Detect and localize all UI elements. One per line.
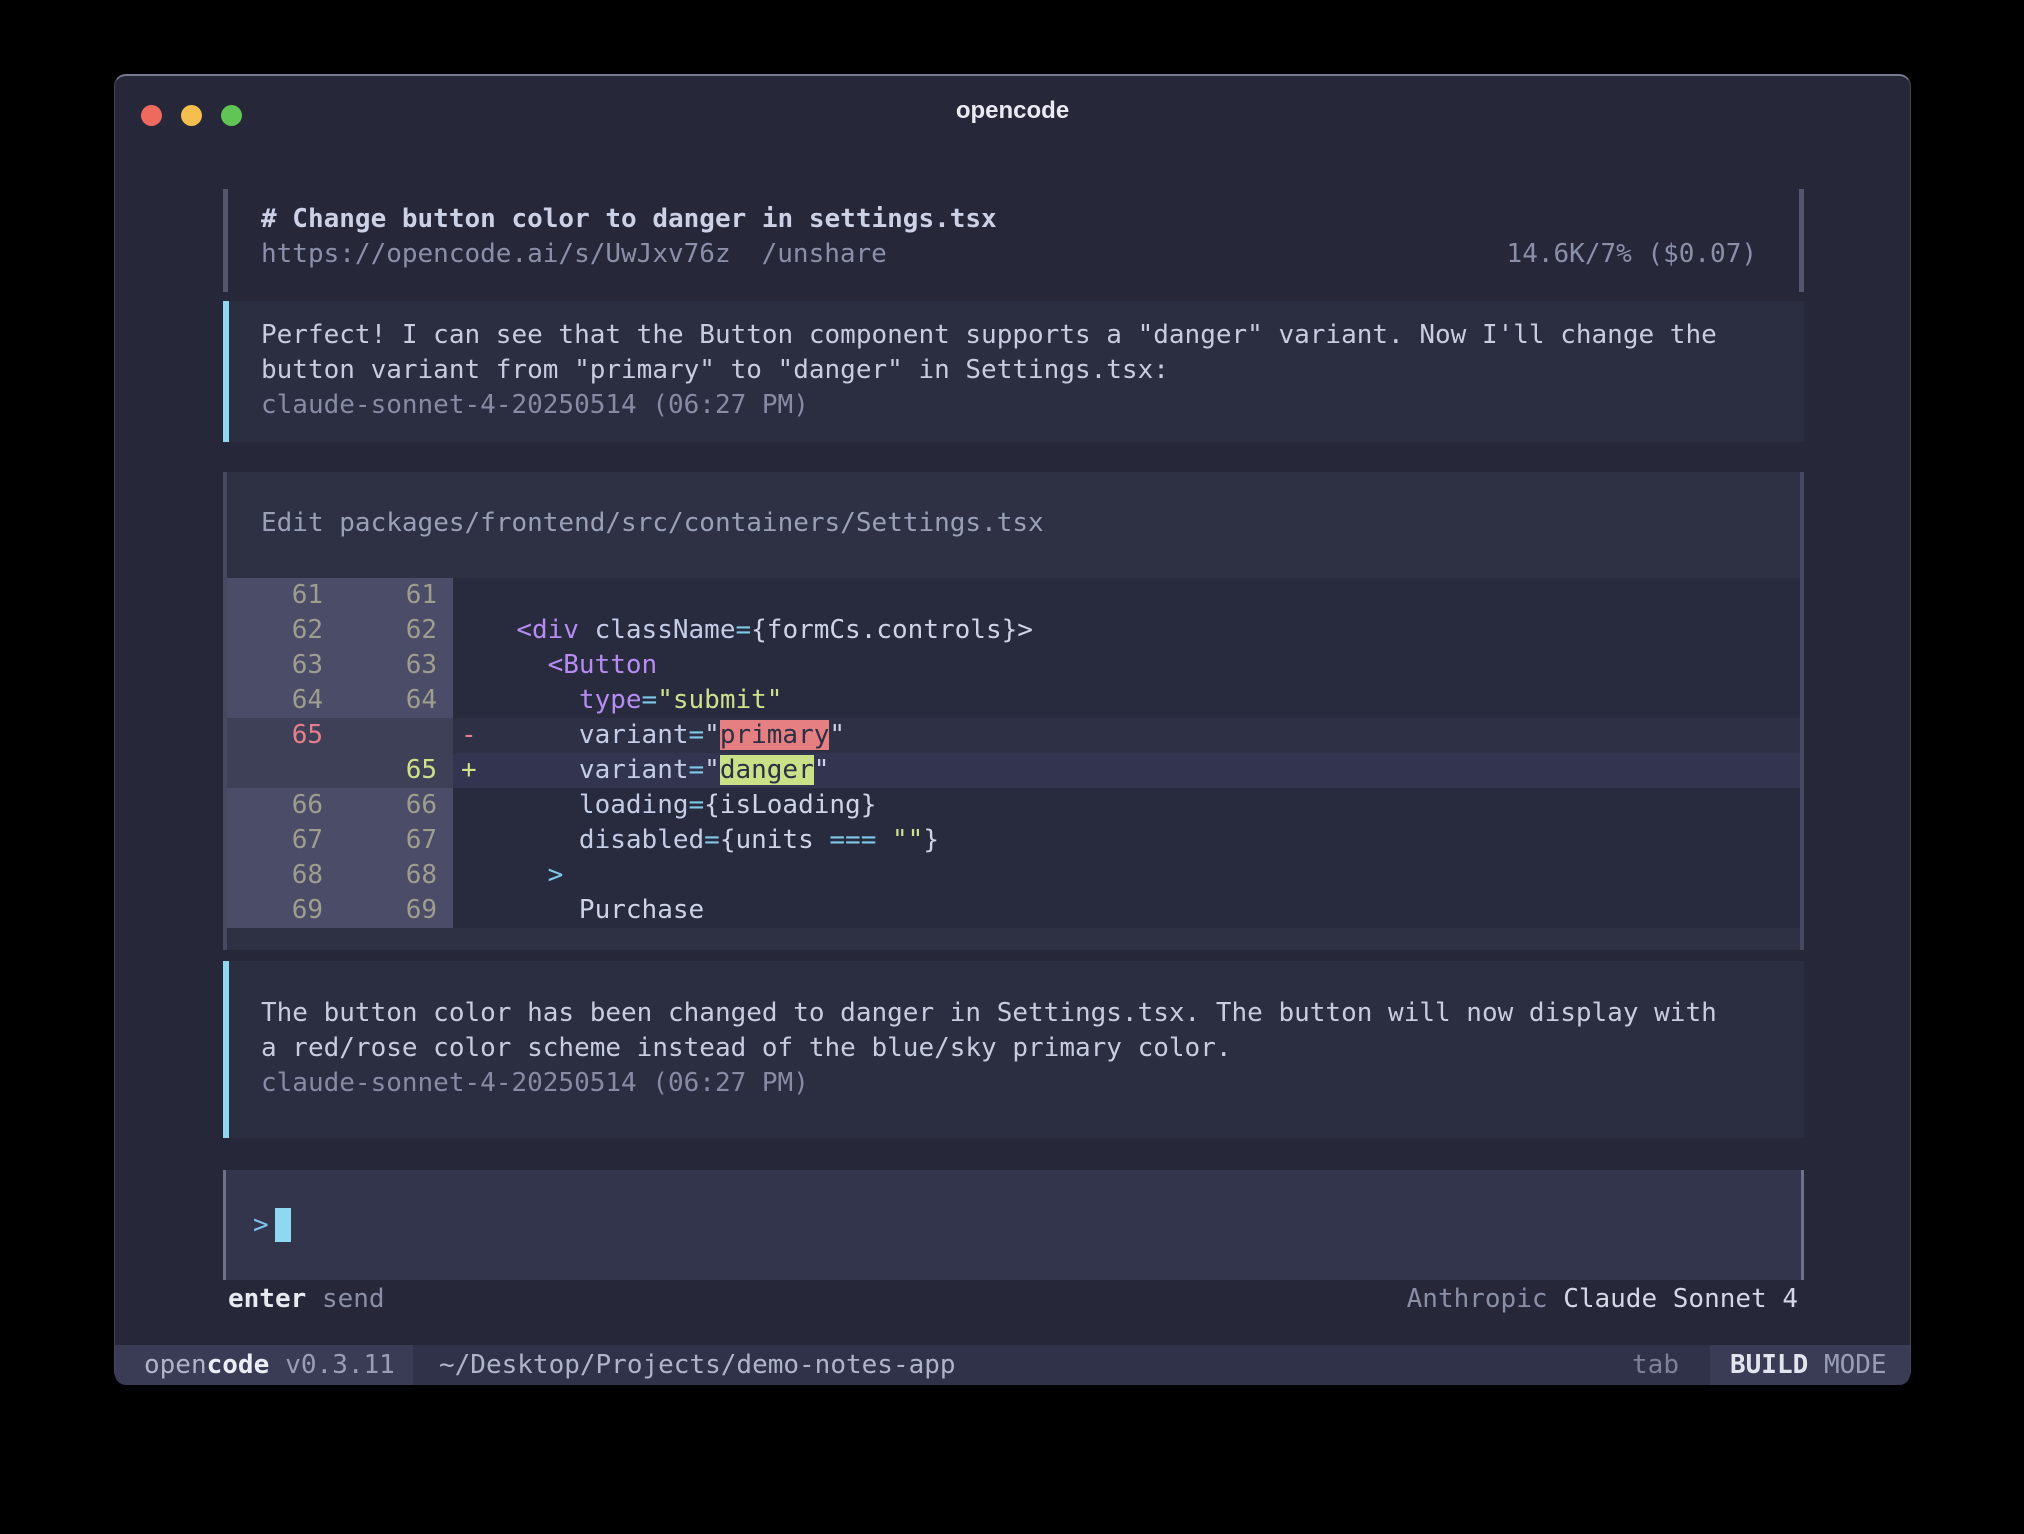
share-url-link[interactable]: https://opencode.ai/s/UwJxv76z bbox=[261, 239, 731, 269]
unshare-command[interactable]: /unshare bbox=[762, 239, 887, 269]
working-directory: ~/Desktop/Projects/demo-notes-app bbox=[439, 1345, 956, 1385]
window-titlebar: opencode bbox=[115, 76, 1910, 144]
diff-row: 65+ variant="danger" bbox=[227, 753, 1800, 788]
app-version: v0.3.11 bbox=[285, 1350, 395, 1380]
provider-label: Anthropic bbox=[1407, 1284, 1548, 1314]
app-name-code: code bbox=[207, 1350, 270, 1380]
app-version-segment: opencode v0.3.11 bbox=[115, 1345, 413, 1385]
message-model-timestamp: claude-sonnet-4-20250514 (06:27 PM) bbox=[261, 1066, 1804, 1101]
enter-key-hint: enter bbox=[228, 1284, 306, 1314]
prompt-input[interactable]: > bbox=[223, 1170, 1804, 1280]
diff-row: 6666 loading={isLoading} bbox=[227, 788, 1800, 823]
diff-row: 6161 bbox=[227, 578, 1800, 613]
diff-row: 6363 <Button bbox=[227, 648, 1800, 683]
text-cursor bbox=[275, 1208, 291, 1242]
mode-word: MODE bbox=[1824, 1350, 1887, 1380]
diff-row: 6767 disabled={units === ""} bbox=[227, 823, 1800, 858]
context-usage: 14.6K/7% ($0.07) bbox=[1507, 237, 1757, 272]
diff-row: 6969 Purchase bbox=[227, 893, 1800, 928]
edit-tool-card: Edit packages/frontend/src/containers/Se… bbox=[223, 472, 1804, 950]
session-title: # Change button color to danger in setti… bbox=[261, 202, 997, 237]
message-text-line: a red/rose color scheme instead of the b… bbox=[261, 1031, 1804, 1066]
session-header: # Change button color to danger in setti… bbox=[223, 189, 1804, 292]
diff-row: 6868 > bbox=[227, 858, 1800, 893]
assistant-message: Perfect! I can see that the Button compo… bbox=[223, 301, 1804, 442]
diff-row: 65- variant="primary" bbox=[227, 718, 1800, 753]
edit-tool-action: Edit bbox=[261, 508, 324, 538]
header-left-rule bbox=[223, 189, 228, 292]
status-bar: opencode v0.3.11 ~/Desktop/Projects/demo-… bbox=[115, 1345, 1910, 1385]
diff-row: 6262 <div className={formCs.controls}> bbox=[227, 613, 1800, 648]
mode-name: BUILD bbox=[1730, 1350, 1808, 1380]
keybinding-helper-row: enter send Anthropic Claude Sonnet 4 bbox=[223, 1282, 1804, 1317]
window-title: opencode bbox=[115, 97, 1910, 125]
mode-indicator[interactable]: BUILD MODE bbox=[1710, 1345, 1910, 1385]
edit-tool-title: Edit packages/frontend/src/containers/Se… bbox=[227, 472, 1800, 541]
model-label: Claude Sonnet 4 bbox=[1563, 1284, 1798, 1314]
diff-table: 61616262 <div className={formCs.controls… bbox=[227, 578, 1800, 928]
message-text-line: The button color has been changed to dan… bbox=[261, 996, 1804, 1031]
opencode-terminal-window: opencode # Change button color to danger… bbox=[114, 74, 1911, 1383]
message-text-line: Perfect! I can see that the Button compo… bbox=[261, 318, 1804, 353]
edit-tool-filepath: packages/frontend/src/containers/Setting… bbox=[339, 508, 1043, 538]
diff-row: 6464 type="submit" bbox=[227, 683, 1800, 718]
assistant-message: The button color has been changed to dan… bbox=[223, 961, 1804, 1138]
message-model-timestamp: claude-sonnet-4-20250514 (06:27 PM) bbox=[261, 388, 1804, 423]
message-text-line: button variant from "primary" to "danger… bbox=[261, 353, 1804, 388]
header-right-rule bbox=[1799, 189, 1804, 292]
prompt-symbol: > bbox=[253, 1210, 269, 1240]
tab-key-hint[interactable]: tab bbox=[1632, 1345, 1679, 1385]
enter-action-label: send bbox=[322, 1284, 385, 1314]
app-name-open: open bbox=[144, 1350, 207, 1380]
